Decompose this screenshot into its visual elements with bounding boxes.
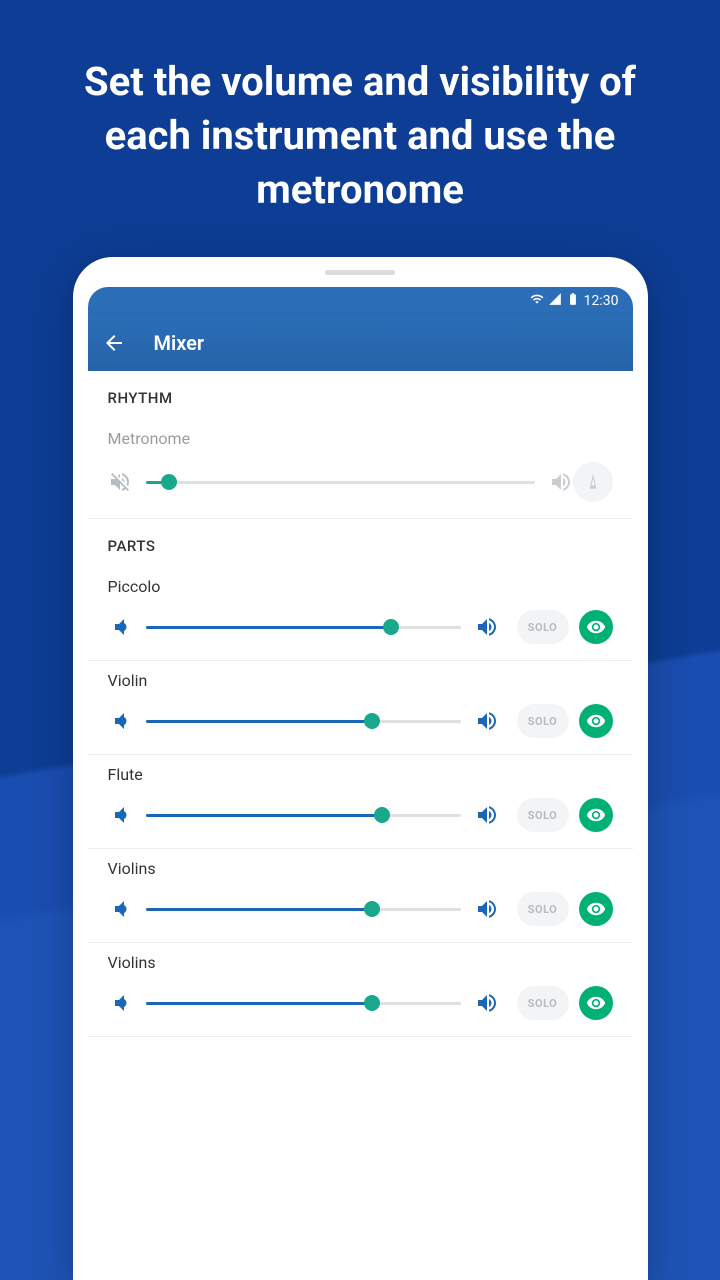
metronome-label: Metronome xyxy=(108,429,613,448)
solo-button[interactable]: SOLO xyxy=(517,704,569,738)
volume-up-button[interactable] xyxy=(475,615,499,639)
mute-button[interactable] xyxy=(108,470,132,494)
part-label: Violins xyxy=(108,859,613,878)
part-label: Flute xyxy=(108,765,613,784)
volume-low-icon xyxy=(108,897,132,921)
volume-down-button[interactable] xyxy=(108,709,132,733)
status-bar: 12:30 xyxy=(88,287,633,315)
volume-down-button[interactable] xyxy=(108,991,132,1015)
eye-icon xyxy=(586,805,606,825)
content-scroll[interactable]: RHYTHM Metronome xyxy=(88,371,633,1280)
part-item: Flute SOLO xyxy=(88,755,633,848)
volume-up-icon xyxy=(475,615,499,639)
solo-button[interactable]: SOLO xyxy=(517,798,569,832)
cellular-icon xyxy=(548,292,562,310)
visibility-button[interactable] xyxy=(579,986,613,1020)
volume-down-button[interactable] xyxy=(108,897,132,921)
part-volume-slider[interactable] xyxy=(146,612,461,642)
eye-icon xyxy=(586,617,606,637)
tool-icon xyxy=(583,472,603,492)
phone-notch xyxy=(73,257,648,287)
volume-up-button[interactable] xyxy=(475,803,499,827)
app-bar: Mixer xyxy=(88,315,633,371)
visibility-button[interactable] xyxy=(579,610,613,644)
app-bar-title: Mixer xyxy=(154,331,205,355)
visibility-button[interactable] xyxy=(579,704,613,738)
phone-screen: 12:30 Mixer RHYTHM Metronome xyxy=(88,287,633,1280)
section-header-parts: PARTS xyxy=(88,519,633,567)
volume-low-icon xyxy=(108,709,132,733)
wifi-icon xyxy=(530,292,544,310)
solo-button[interactable]: SOLO xyxy=(517,986,569,1020)
metronome-tool-button[interactable] xyxy=(573,462,613,502)
volume-low-icon xyxy=(108,803,132,827)
eye-icon xyxy=(586,899,606,919)
part-volume-slider[interactable] xyxy=(146,706,461,736)
eye-icon xyxy=(586,711,606,731)
volume-up-icon xyxy=(475,803,499,827)
volume-up-icon xyxy=(475,991,499,1015)
volume-up-button[interactable] xyxy=(549,470,573,494)
volume-low-icon xyxy=(108,615,132,639)
volume-up-icon xyxy=(549,470,573,494)
battery-icon xyxy=(566,292,580,310)
part-item: Violins SOLO xyxy=(88,849,633,942)
volume-mute-icon xyxy=(108,470,132,494)
volume-up-icon xyxy=(475,709,499,733)
part-item: Piccolo SOLO xyxy=(88,567,633,660)
eye-icon xyxy=(586,993,606,1013)
volume-up-icon xyxy=(475,897,499,921)
divider xyxy=(88,1036,633,1037)
hero-headline: Set the volume and visibility of each in… xyxy=(0,0,720,257)
section-header-rhythm: RHYTHM xyxy=(88,371,633,419)
status-time: 12:30 xyxy=(584,293,619,309)
arrow-left-icon xyxy=(102,331,126,355)
volume-up-button[interactable] xyxy=(475,991,499,1015)
metronome-item: Metronome xyxy=(88,419,633,518)
volume-low-icon xyxy=(108,991,132,1015)
part-item: Violin SOLO xyxy=(88,661,633,754)
part-volume-slider[interactable] xyxy=(146,894,461,924)
solo-button[interactable]: SOLO xyxy=(517,892,569,926)
visibility-button[interactable] xyxy=(579,798,613,832)
phone-mockup: 12:30 Mixer RHYTHM Metronome xyxy=(73,257,648,1280)
back-button[interactable] xyxy=(102,331,126,355)
volume-down-button[interactable] xyxy=(108,615,132,639)
solo-button[interactable]: SOLO xyxy=(517,610,569,644)
visibility-button[interactable] xyxy=(579,892,613,926)
part-label: Piccolo xyxy=(108,577,613,596)
part-label: Violin xyxy=(108,671,613,690)
metronome-volume-slider[interactable] xyxy=(146,467,535,497)
volume-up-button[interactable] xyxy=(475,897,499,921)
part-label: Violins xyxy=(108,953,613,972)
volume-down-button[interactable] xyxy=(108,803,132,827)
volume-up-button[interactable] xyxy=(475,709,499,733)
part-volume-slider[interactable] xyxy=(146,988,461,1018)
part-item: Violins SOLO xyxy=(88,943,633,1036)
part-volume-slider[interactable] xyxy=(146,800,461,830)
